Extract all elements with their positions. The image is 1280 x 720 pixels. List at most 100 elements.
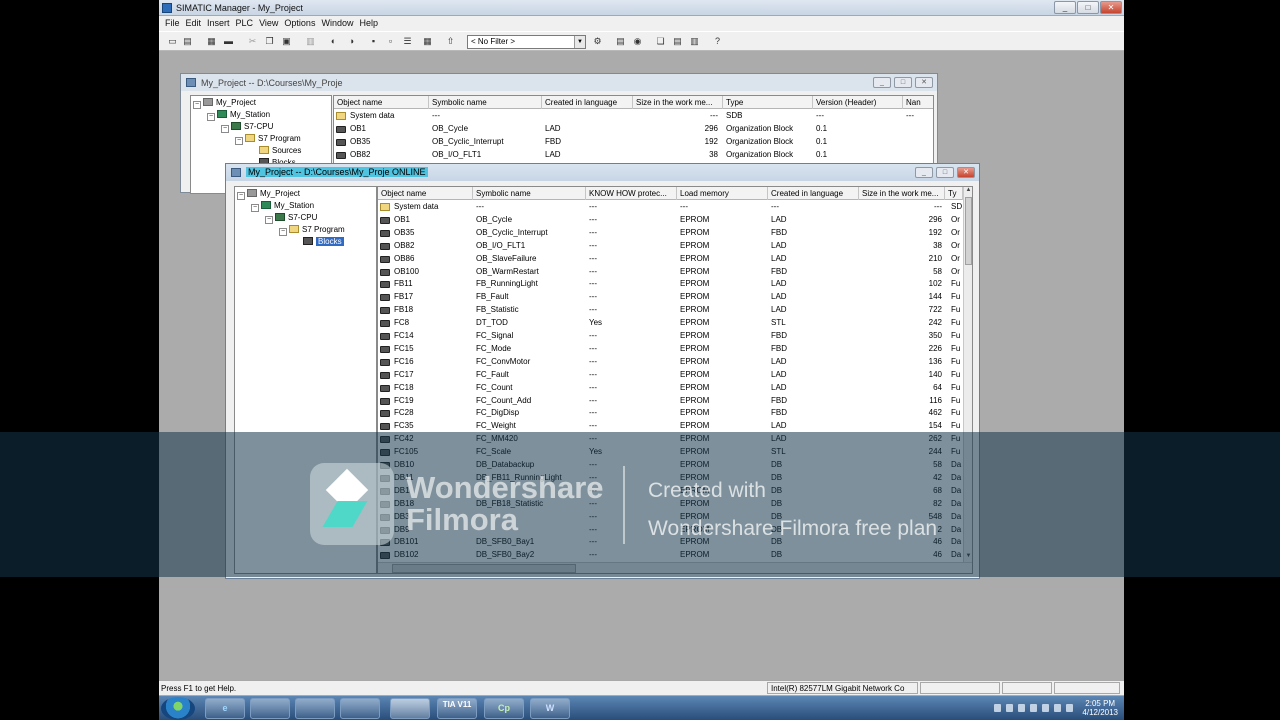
table-row[interactable]: OB82 OB_I/O_FLT1 --- EPROM LAD 38 Or xyxy=(378,240,963,253)
menu-window[interactable]: Window xyxy=(319,16,357,31)
tray-icon[interactable] xyxy=(1066,704,1073,712)
filter-settings-icon[interactable]: ⚙ xyxy=(591,35,604,48)
table-row[interactable]: FB17 FB_Fault --- EPROM LAD 144 Fu xyxy=(378,291,963,304)
taskbar-app-4[interactable] xyxy=(340,698,380,719)
table-row[interactable]: OB35 OB_Cyclic_Interrupt --- EPROM FBD 192 Or xyxy=(378,227,963,240)
tree-node-cpu[interactable]: − S7-CPU xyxy=(221,122,273,133)
col-symbolic-name[interactable]: Symbolic name xyxy=(473,187,586,200)
taskbar-word[interactable]: W xyxy=(530,698,570,719)
accessible-nodes-icon[interactable]: ▦ xyxy=(205,35,218,48)
table-row[interactable]: FC28 FC_DigDisp --- EPROM FBD 462 Fu xyxy=(378,407,963,420)
taskbar-explorer[interactable] xyxy=(250,698,290,719)
taskbar-simatic[interactable] xyxy=(390,698,430,719)
tree-node-sources[interactable]: Sources xyxy=(259,146,301,155)
offline-icon[interactable]: ◑ xyxy=(345,35,358,48)
col-size-work-memory[interactable]: Size in the work me... xyxy=(859,187,945,200)
col-know-how-protection[interactable]: KNOW HOW protec... xyxy=(586,187,677,200)
offline-maximize-button[interactable]: □ xyxy=(894,77,912,88)
tree-node-station[interactable]: − My_Station xyxy=(251,201,314,212)
tray-icon[interactable] xyxy=(1018,704,1025,712)
col-symbolic-name[interactable]: Symbolic name xyxy=(429,96,542,109)
table-row[interactable]: OB35 OB_Cyclic_Interrupt FBD 192 Organizatio… xyxy=(334,136,919,149)
minimize-button[interactable]: _ xyxy=(1054,1,1076,14)
netpro-icon[interactable]: ▤ xyxy=(614,35,627,48)
menu-edit[interactable]: Edit xyxy=(184,16,206,31)
large-icons-icon[interactable]: ▪ xyxy=(367,35,380,48)
offline-close-button[interactable]: ✕ xyxy=(915,77,933,88)
up-one-level-icon[interactable]: ⇧ xyxy=(444,35,457,48)
table-row[interactable]: OB86 OB_SlaveFailure --- EPROM LAD 210 Or xyxy=(378,253,963,266)
table-row[interactable]: OB1 OB_Cycle --- EPROM LAD 296 Or xyxy=(378,214,963,227)
tree-node-blocks-selected[interactable]: Blocks xyxy=(303,237,344,246)
tree-node-s7-program[interactable]: − S7 Program xyxy=(235,134,301,145)
table-row[interactable]: OB1 OB_Cycle LAD 296 Organization Block 0.1 xyxy=(334,123,919,136)
table-row[interactable]: FC18 FC_Count --- EPROM LAD 64 Fu xyxy=(378,382,963,395)
online-icon[interactable]: ◐ xyxy=(327,35,340,48)
online-minimize-button[interactable]: _ xyxy=(915,167,933,178)
list-icon[interactable]: ☰ xyxy=(401,35,414,48)
chevron-down-icon[interactable]: ▼ xyxy=(574,36,585,48)
tray-icon[interactable] xyxy=(1030,704,1037,712)
tree-node-cpu[interactable]: − S7-CPU xyxy=(265,213,317,224)
table-row[interactable]: FC16 FC_ConvMotor --- EPROM LAD 136 Fu xyxy=(378,356,963,369)
table-row[interactable]: OB82 OB_I/O_FLT1 LAD 38 Organization Block 0.… xyxy=(334,149,919,162)
col-created-language[interactable]: Created in language xyxy=(542,96,633,109)
download-icon[interactable]: ▥ xyxy=(304,35,317,48)
col-size-work-memory[interactable]: Size in the work me... xyxy=(633,96,723,109)
tray-icon[interactable] xyxy=(994,704,1001,712)
table-row[interactable]: FB11 FB_RunningLight --- EPROM LAD 102 Fu xyxy=(378,278,963,291)
scroll-up-icon[interactable]: ▲ xyxy=(964,187,972,196)
tray-icon[interactable] xyxy=(1042,704,1049,712)
col-version-header[interactable]: Version (Header) xyxy=(813,96,903,109)
close-button[interactable]: ✕ xyxy=(1100,1,1122,14)
simulation-icon[interactable]: ◉ xyxy=(631,35,644,48)
maximize-button[interactable]: □ xyxy=(1077,1,1099,14)
table-row[interactable]: FB18 FB_Statistic --- EPROM LAD 722 Fu xyxy=(378,304,963,317)
menu-insert[interactable]: Insert xyxy=(205,16,234,31)
col-load-memory[interactable]: Load memory xyxy=(677,187,768,200)
table-row[interactable]: FC14 FC_Signal --- EPROM FBD 350 Fu xyxy=(378,330,963,343)
filter-select[interactable]: < No Filter > ▼ xyxy=(467,35,586,49)
menu-options[interactable]: Options xyxy=(282,16,319,31)
menu-plc[interactable]: PLC xyxy=(234,16,258,31)
copy-icon[interactable]: ❐ xyxy=(263,35,276,48)
tree-node-station[interactable]: − My_Station xyxy=(207,110,270,121)
help-context-icon[interactable]: ? xyxy=(711,35,724,48)
tree-node-project[interactable]: − My_Project xyxy=(237,189,300,200)
tile-horizontal-icon[interactable]: ▤ xyxy=(671,35,684,48)
table-row[interactable]: FC17 FC_Fault --- EPROM LAD 140 Fu xyxy=(378,369,963,382)
taskbar-tia[interactable]: TIA V11 xyxy=(437,698,477,719)
paste-icon[interactable]: ▣ xyxy=(280,35,293,48)
col-name[interactable]: Nan xyxy=(903,96,933,109)
menu-file[interactable]: File xyxy=(163,16,184,31)
col-object-name[interactable]: Object name xyxy=(334,96,429,109)
tree-node-s7-program[interactable]: − S7 Program xyxy=(279,225,345,236)
clock[interactable]: 2:05 PM 4/12/2013 xyxy=(1082,699,1118,717)
menu-help[interactable]: Help xyxy=(357,16,382,31)
table-row[interactable]: FC15 FC_Mode --- EPROM FBD 226 Fu xyxy=(378,343,963,356)
details-icon[interactable]: ▦ xyxy=(421,35,434,48)
tray-icon[interactable] xyxy=(1006,704,1013,712)
online-vscroll-thumb[interactable] xyxy=(965,197,972,265)
col-created-language[interactable]: Created in language xyxy=(768,187,859,200)
table-row[interactable]: FC8 DT_TOD Yes EPROM STL 242 Fu xyxy=(378,317,963,330)
cascade-icon[interactable]: ❏ xyxy=(654,35,667,48)
tree-node-project[interactable]: − My_Project xyxy=(193,98,256,109)
taskbar-cp[interactable]: Cp xyxy=(484,698,524,719)
tray-icon[interactable] xyxy=(1054,704,1061,712)
offline-minimize-button[interactable]: _ xyxy=(873,77,891,88)
col-type[interactable]: Type xyxy=(723,96,813,109)
col-object-name[interactable]: Object name xyxy=(378,187,473,200)
cut-icon[interactable]: ✂ xyxy=(246,35,259,48)
taskbar-media[interactable] xyxy=(295,698,335,719)
online-maximize-button[interactable]: □ xyxy=(936,167,954,178)
online-close-button[interactable]: ✕ xyxy=(957,167,975,178)
memory-card-icon[interactable]: ▬ xyxy=(222,35,235,48)
table-row[interactable]: OB100 OB_WarmRestart --- EPROM FBD 58 Or xyxy=(378,266,963,279)
menu-view[interactable]: View xyxy=(257,16,282,31)
small-icons-icon[interactable]: ▫ xyxy=(384,35,397,48)
col-type[interactable]: Ty xyxy=(945,187,963,200)
open-icon[interactable]: ▤ xyxy=(181,35,194,48)
start-button[interactable] xyxy=(161,697,195,720)
table-row[interactable]: FC19 FC_Count_Add --- EPROM FBD 116 Fu xyxy=(378,395,963,408)
